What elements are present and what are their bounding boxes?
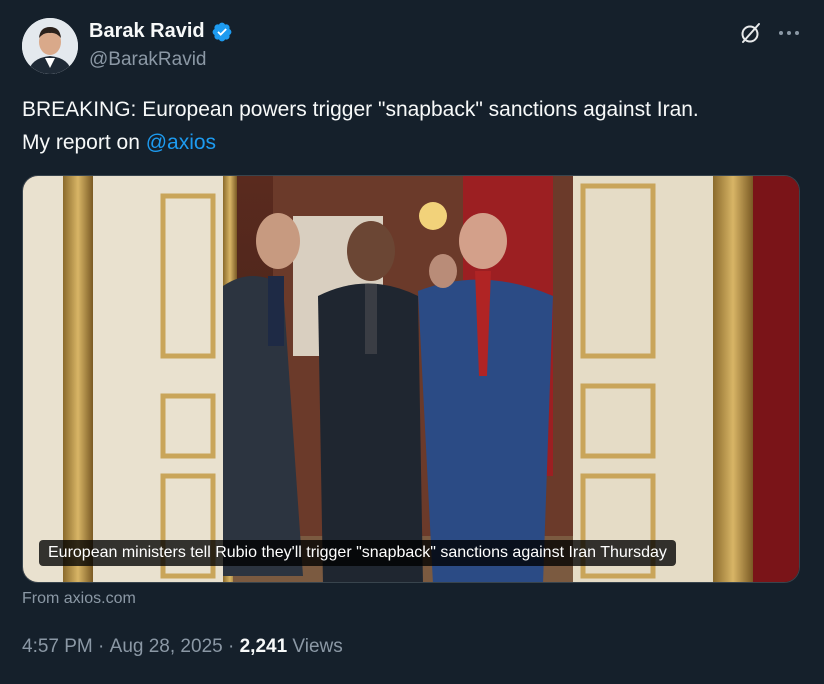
verified-badge-icon bbox=[211, 21, 233, 43]
author-display-name[interactable]: Barak Ravid bbox=[89, 20, 205, 43]
tweet-text-line-2: My report on @axios bbox=[22, 126, 812, 159]
grok-button[interactable] bbox=[738, 20, 764, 46]
card-source[interactable]: From axios.com bbox=[22, 590, 136, 608]
views-label: Views bbox=[287, 636, 343, 657]
link-card[interactable]: European ministers tell Rubio they'll tr… bbox=[22, 175, 800, 583]
tweet-date[interactable]: Aug 28, 2025 bbox=[110, 636, 223, 658]
tweet-text-line-1: BREAKING: European powers trigger "snapb… bbox=[22, 98, 699, 121]
author-name-row: Barak Ravid bbox=[89, 20, 233, 43]
tweet-time[interactable]: 4:57 PM bbox=[22, 636, 93, 658]
card-image bbox=[23, 176, 799, 582]
meta-separator: · bbox=[92, 636, 110, 657]
meta-separator: · bbox=[222, 636, 240, 657]
avatar[interactable] bbox=[22, 18, 78, 74]
author-handle[interactable]: @BarakRavid bbox=[89, 49, 207, 71]
tweet: Barak Ravid @BarakRavid BREAKING: Europe… bbox=[0, 0, 824, 684]
grok-icon bbox=[741, 23, 760, 43]
mention-link[interactable]: @axios bbox=[146, 131, 216, 154]
avatar-image bbox=[22, 18, 78, 74]
tweet-meta: 4:57 PM · Aug 28, 2025 · 2,241 Views bbox=[22, 636, 343, 658]
card-caption: European ministers tell Rubio they'll tr… bbox=[39, 540, 676, 566]
more-dots-icon bbox=[779, 31, 799, 35]
tweet-text: BREAKING: European powers trigger "snapb… bbox=[22, 93, 812, 159]
tweet-text-prefix: My report on bbox=[22, 131, 146, 154]
more-button[interactable] bbox=[776, 20, 802, 46]
views-count: 2,241 bbox=[239, 636, 288, 657]
